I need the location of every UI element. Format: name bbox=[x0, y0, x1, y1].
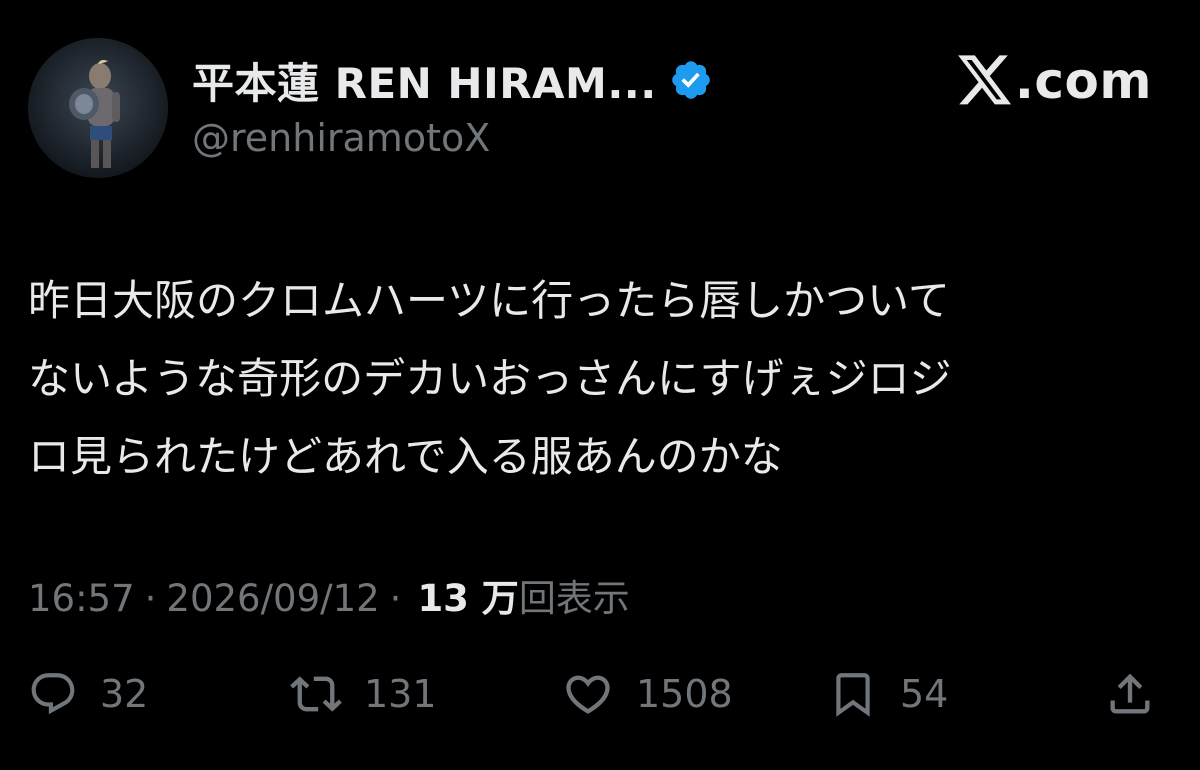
like-button[interactable]: 1508 bbox=[562, 662, 733, 726]
tweet-meta: 16:57 · 2026/09/12 · 13 万 回表示 bbox=[28, 568, 630, 622]
tweet-text: 昨日大阪のクロムハーツに行ったら唇しかついて ないような奇形のデカいおっさんにす… bbox=[28, 262, 1168, 496]
reply-button[interactable]: 32 bbox=[28, 662, 148, 726]
retweet-count: 131 bbox=[364, 672, 437, 716]
views-count: 13 万 bbox=[417, 577, 519, 620]
bookmark-icon bbox=[836, 673, 870, 717]
share-button[interactable] bbox=[1104, 662, 1156, 726]
tweet-text-line: ロ見られたけどあれで入る服あんのかな bbox=[28, 432, 783, 481]
verified-badge-icon bbox=[671, 61, 710, 99]
share-icon bbox=[1110, 673, 1150, 714]
brand-watermark: .com bbox=[957, 52, 1152, 110]
author-display-name[interactable]: 平本蓮 REN HIRAM... bbox=[192, 50, 657, 111]
tweet-date[interactable]: 2026/09/12 bbox=[166, 577, 379, 620]
like-count: 1508 bbox=[636, 672, 733, 716]
brand-domain-text: .com bbox=[1014, 52, 1152, 110]
author-name-row[interactable]: 平本蓮 REN HIRAM... bbox=[192, 52, 713, 108]
bookmark-button[interactable]: 54 bbox=[828, 662, 948, 726]
retweet-icon bbox=[290, 676, 342, 712]
author-handle[interactable]: @renhiramotoX bbox=[192, 116, 490, 160]
heart-icon bbox=[566, 675, 610, 714]
retweet-button[interactable]: 131 bbox=[290, 662, 437, 726]
action-bar: 32 131 1508 54 bbox=[28, 662, 1172, 726]
profile-photo-icon bbox=[28, 38, 168, 178]
bookmark-count: 54 bbox=[900, 672, 949, 716]
avatar[interactable] bbox=[28, 38, 168, 178]
meta-separator: · bbox=[144, 577, 157, 620]
reply-icon bbox=[31, 673, 75, 715]
tweet-time[interactable]: 16:57 bbox=[28, 577, 135, 620]
reply-count: 32 bbox=[100, 672, 149, 716]
x-logo-icon bbox=[958, 55, 1011, 105]
views-label: 回表示 bbox=[518, 577, 630, 620]
meta-separator: · bbox=[389, 577, 402, 620]
tweet-text-line: 昨日大阪のクロムハーツに行ったら唇しかついて bbox=[28, 276, 950, 325]
tweet-text-line: ないような奇形のデカいおっさんにすげぇジロジ bbox=[28, 354, 952, 403]
